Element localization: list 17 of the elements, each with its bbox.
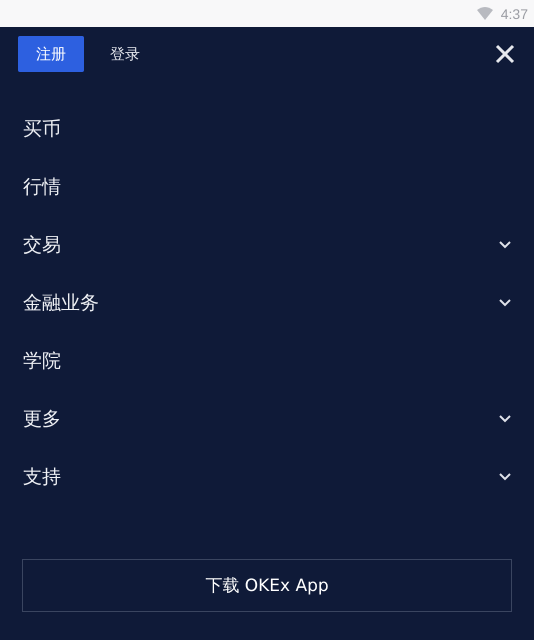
menu-item[interactable]: 支持 [23,464,61,490]
register-button[interactable]: 注册 [18,36,84,72]
download-app-button[interactable]: 下载 OKEx App [22,559,512,612]
chevron-down-icon[interactable] [499,414,511,422]
login-button[interactable]: 登录 [92,36,158,72]
status-time: 4:37 [500,6,528,22]
menu-item[interactable]: 行情 [23,174,61,200]
chevron-down-icon[interactable] [499,472,511,480]
close-icon[interactable] [495,44,515,64]
menu-item[interactable]: 金融业务 [23,290,99,316]
wifi-icon [476,7,493,20]
menu-item[interactable]: 更多 [23,406,61,432]
chevron-down-icon[interactable] [499,240,511,248]
chevron-down-icon[interactable] [499,298,511,306]
menu-item[interactable]: 学院 [23,348,61,374]
menu-item[interactable]: 买币 [23,116,61,142]
menu-item[interactable]: 交易 [23,232,61,258]
